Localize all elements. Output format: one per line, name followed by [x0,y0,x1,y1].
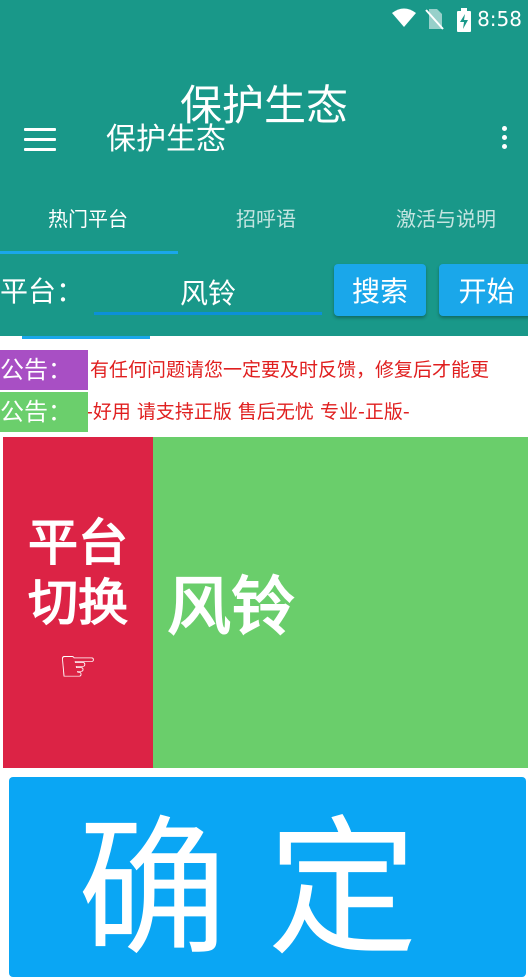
battery-charging-icon [457,8,471,32]
no-sim-icon [425,9,444,30]
app-bar: 保护生态 保护生态 热门平台 招呼语 激活与说明 平台： 搜索 开始 [0,36,528,339]
current-platform-name: 风铃 [167,571,295,645]
switch-label: 平台 切换 [3,513,153,633]
scroll-indicator [22,336,150,339]
switch-label-line2: 切换 [28,574,128,632]
status-time: 8:58 [477,7,522,31]
tab-hot-platforms[interactable]: 热门平台 [0,204,176,234]
platform-input[interactable] [94,272,322,315]
confirm-label: 确定 [77,803,458,977]
search-button[interactable]: 搜索 [334,264,426,316]
start-button[interactable]: 开始 [439,264,528,316]
platform-switch-button[interactable]: 平台 切换 ☞ [3,437,153,768]
tab-activation[interactable]: 激活与说明 [358,204,528,234]
notice-label: 公告： [0,392,88,432]
notice-bar: -好用 请支持正版 售后无忧 专业-正版- 公告： [0,392,528,432]
notice-text: 有任何问题请您一定要及时反馈，修复后才能更 [90,359,490,381]
toolbar-title: 保护生态 [106,122,226,157]
current-platform-panel: 风铃 [153,437,528,768]
tab-greetings[interactable]: 招呼语 [178,204,354,234]
status-bar: 8:58 [0,0,528,36]
switch-label-line1: 平台 [28,514,128,572]
notice-label: 公告： [0,350,88,390]
wifi-icon [392,8,416,27]
pointing-hand-icon: ☞ [58,641,98,692]
confirm-button[interactable]: 确定 [9,777,526,977]
platform-label: 平台： [0,275,85,308]
notice-text: -好用 请支持正版 售后无忧 专业-正版- [86,401,410,423]
notice-bar: 有任何问题请您一定要及时反馈，修复后才能更 公告： [0,350,528,390]
tab-indicator [0,251,178,254]
more-options-icon[interactable] [496,126,512,156]
menu-icon[interactable] [24,128,56,152]
page-title: 保护生态 [179,81,348,130]
